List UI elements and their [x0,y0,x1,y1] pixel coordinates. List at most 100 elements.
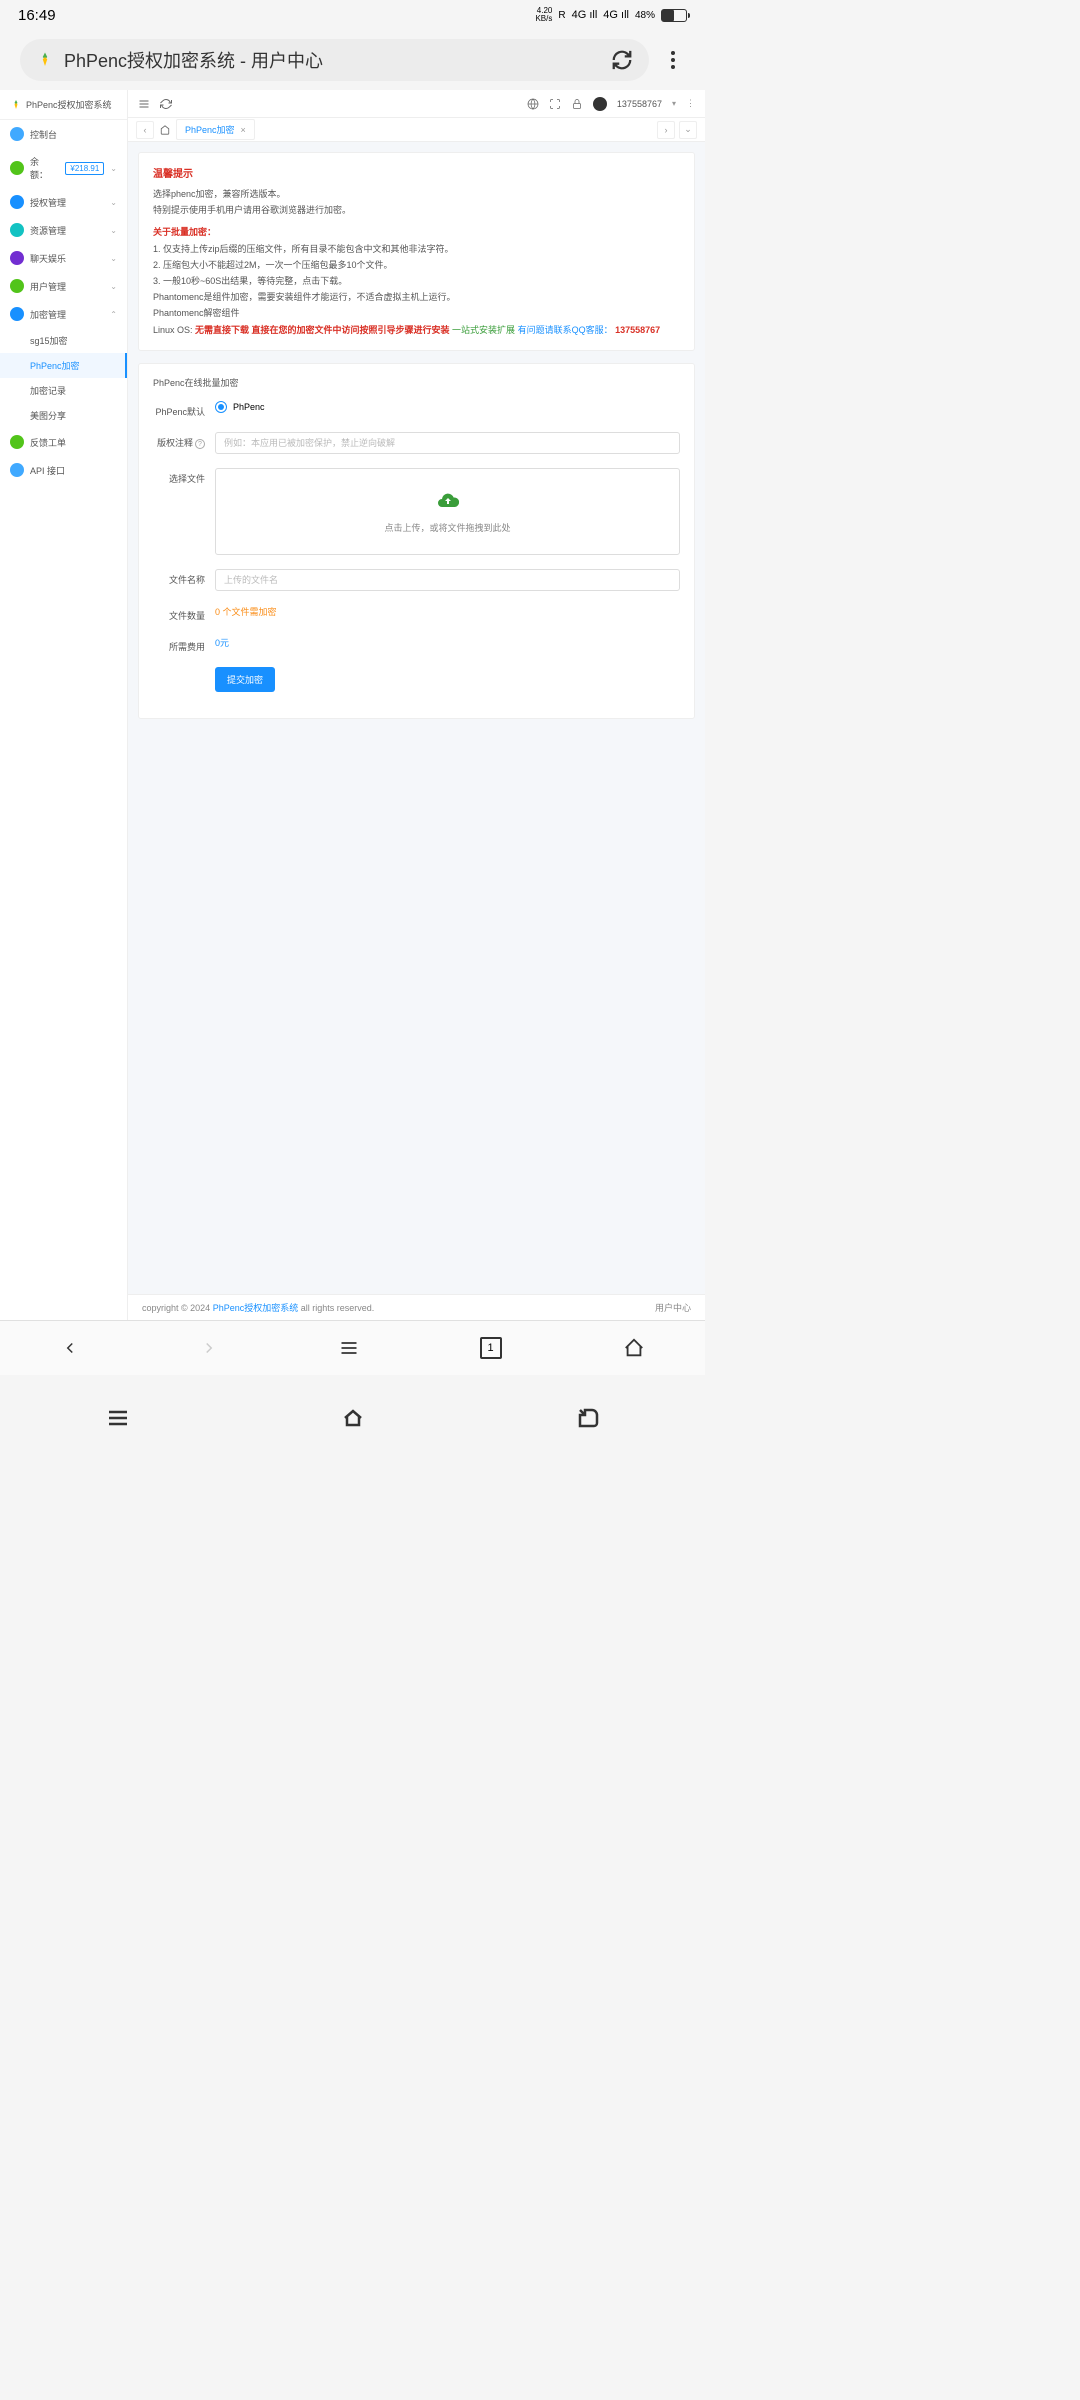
radio-phpenc[interactable] [215,401,227,413]
avatar[interactable] [593,97,607,111]
back-icon[interactable] [576,1406,600,1430]
footer-right[interactable]: 用户中心 [655,1301,691,1314]
tab-next-button[interactable]: › [657,121,675,139]
sidebar-subitem-6-2[interactable]: 加密记录 [0,378,127,403]
phone-status-bar: 16:49 4.20 KB/s R 4G ıll 4G ıll 48% [0,0,705,30]
sidebar-item-label: 授权管理 [30,196,104,209]
sidebar-item-4[interactable]: 聊天娱乐 ⌄ [0,244,127,272]
globe-icon[interactable] [527,98,539,110]
nav-icon [10,161,24,175]
notice-line: Phantomenc是组件加密，需要安装组件才能运行，不适合虚拟主机上运行。 [153,289,680,305]
footer: copyright © 2024 PhPenc授权加密系统 all rights… [128,1294,705,1320]
topbar: 137558767 ▾ ⋮ [128,90,705,118]
tab-dropdown-button[interactable]: ⌄ [679,121,697,139]
page-title: PhPenc授权加密系统 - 用户中心 [64,47,601,73]
sidebar-item-1[interactable]: 余额：¥218.91⌄ [0,148,127,188]
home-icon[interactable] [623,1337,645,1359]
chevron-down-icon[interactable]: ▾ [672,99,676,108]
mode-label: PhPenc默认 [153,401,205,418]
tab-home-button[interactable] [156,121,174,139]
sidebar-item-label: 资源管理 [30,224,104,237]
chevron-down-icon: ⌄ [110,254,117,263]
url-pill[interactable]: PhPenc授权加密系统 - 用户中心 [20,39,649,81]
system-nav [0,1375,705,1430]
tab-label: PhPenc加密 [185,123,235,136]
nav-icon [10,223,24,237]
sidebar-item-label: 聊天娱乐 [30,252,104,265]
cloud-upload-icon [434,489,462,513]
reload-icon[interactable] [611,49,633,71]
notice-batch-title: 关于批量加密： [153,224,680,240]
tab-phpenc[interactable]: PhPenc加密 × [176,119,255,140]
sidebar-item-2[interactable]: 授权管理 ⌄ [0,188,127,216]
tab-prev-button[interactable]: ‹ [136,121,154,139]
sidebar-item-label: 控制台 [30,128,117,141]
count-value: 0 个文件需加密 [215,607,277,617]
info-icon[interactable]: ? [195,439,205,449]
forward-icon[interactable] [200,1339,218,1357]
nav-icon [10,435,24,449]
nav-icon [10,463,24,477]
filename-input[interactable] [215,569,680,591]
signal-1: 4G ıll [572,9,598,21]
sidebar-item-label: 余额： [30,155,55,181]
sidebar-subitem-6-0[interactable]: sg15加密 [0,328,127,353]
browser-bottom-nav: 1 [0,1320,705,1375]
submit-button[interactable]: 提交加密 [215,667,275,692]
sidebar-item-0[interactable]: 控制台 [0,120,127,148]
chevron-down-icon: ⌄ [110,198,117,207]
home-icon[interactable] [341,1406,365,1430]
close-icon[interactable]: × [241,125,246,135]
notice-line: 2. 压缩包大小不能超过2M，一次一个压缩包最多10个文件。 [153,257,680,273]
sidebar-app-name: PhPenc授权加密系统 [26,98,112,111]
radio-label: PhPenc [233,402,265,412]
battery-pct: 48% [635,10,655,21]
panel-title: PhPenc在线批量加密 [153,376,680,389]
recent-apps-icon[interactable] [106,1406,130,1430]
nav-icon [10,195,24,209]
username[interactable]: 137558767 [617,99,662,109]
cost-value: 0元 [215,638,229,648]
copyright-label: 版权注释? [153,432,205,449]
lock-icon[interactable] [571,98,583,110]
browser-menu-icon[interactable] [661,51,685,69]
sidebar-item-3[interactable]: 资源管理⌄ [0,216,127,244]
fullscreen-icon[interactable] [549,98,561,110]
browser-url-bar: PhPenc授权加密系统 - 用户中心 [0,30,705,90]
more-icon[interactable]: ⋮ [686,98,695,109]
nav-icon [10,279,24,293]
status-time: 16:49 [18,7,535,24]
sidebar-item-label: 用户管理 [30,280,104,293]
battery-icon [661,9,687,22]
back-icon[interactable] [61,1339,79,1357]
cost-label: 所需费用 [153,636,205,653]
footer-link[interactable]: PhPenc授权加密系统 [213,1303,299,1313]
sidebar-subitem-6-3[interactable]: 美图分享 [0,403,127,428]
refresh-icon[interactable] [160,98,172,110]
sidebar-item-6[interactable]: 加密管理⌃ [0,300,127,328]
sidebar-item-label: API 接口 [30,464,117,477]
notice-line: 1. 仅支持上传zip后缀的压缩文件，所有目录不能包含中文和其他非法字符。 [153,241,680,257]
copyright-input[interactable] [215,432,680,454]
sidebar-item-label: 反馈工单 [30,436,117,449]
home-icon [160,125,170,135]
nav-icon [10,127,24,141]
sidebar-item-5[interactable]: 用户管理 ⌄ [0,272,127,300]
chevron-down-icon: ⌄ [110,282,117,291]
file-label: 选择文件 [153,468,205,485]
sidebar-item-8[interactable]: API 接口 [0,456,127,484]
notice-box: 温馨提示 选择phenc加密，兼容所选版本。 特别提示使用手机用户请用谷歌浏览器… [138,152,695,351]
form-panel: PhPenc在线批量加密 PhPenc默认 PhPenc 版权注释? 选择文件 [138,363,695,719]
count-label: 文件数量 [153,605,205,622]
copyright: copyright © 2024 PhPenc授权加密系统 all rights… [142,1301,374,1314]
sidebar-item-7[interactable]: 反馈工单 [0,428,127,456]
upload-dropzone[interactable]: 点击上传，或将文件拖拽到此处 [215,468,680,555]
sidebar-subitem-6-1[interactable]: PhPenc加密 [0,353,127,378]
tab-count-button[interactable]: 1 [480,1337,502,1359]
sidebar-logo[interactable]: PhPenc授权加密系统 [0,90,127,120]
balance-badge: ¥218.91 [65,162,104,175]
collapse-icon[interactable] [138,98,150,110]
sidebar: PhPenc授权加密系统 控制台余额：¥218.91⌄授权管理⌄资源管理⌄聊天娱… [0,90,128,1320]
signal-2: 4G ıll [603,9,629,21]
menu-icon[interactable] [339,1338,359,1358]
